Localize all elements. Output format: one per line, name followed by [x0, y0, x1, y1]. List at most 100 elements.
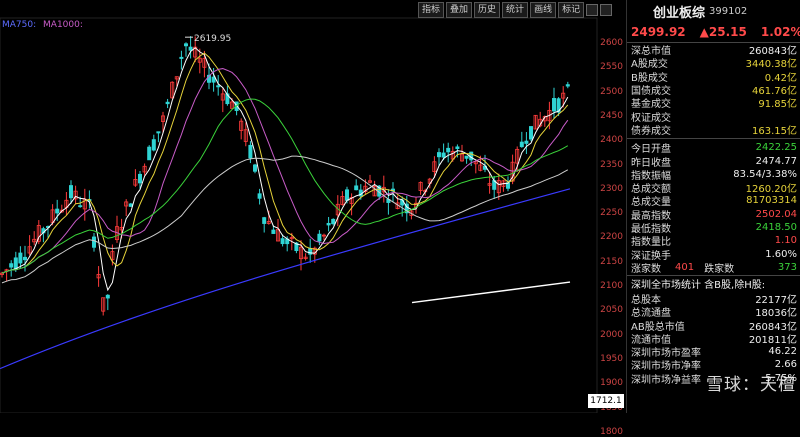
candle-body	[22, 256, 27, 261]
decline-label: 跌家数	[704, 264, 735, 276]
advance-count: 401	[675, 262, 695, 274]
y-tick-label: 2050	[600, 305, 623, 316]
y-tick-label: 2300	[600, 183, 623, 194]
toolbar-overlay-button[interactable]: 叠加	[446, 2, 473, 18]
candle-body	[344, 189, 349, 201]
index-change: ▲25.15	[699, 25, 747, 39]
stat-row: 指数振幅 83.54/3.38%	[627, 168, 800, 182]
stat-row: 最高指数 2502.04	[627, 208, 800, 222]
stat-value: 91.85亿	[758, 99, 797, 111]
candle-body	[165, 101, 170, 105]
price-axis: 2600 2550 2500 2450 2400 2350 2300 2250 2200 2150…	[597, 0, 625, 437]
moving-average-line	[1, 47, 569, 292]
quote-panel: 创业板综 399102 2499.92 ▲25.15 1.02% 深总市值 260…	[626, 0, 800, 413]
stat-value: 1.60%	[765, 248, 797, 260]
candle-body	[446, 147, 451, 153]
stat-row: 昨日收盘 2474.77	[627, 154, 800, 169]
candle-body	[151, 139, 156, 151]
candle-body	[252, 164, 257, 172]
stat-value: 2502.04	[755, 208, 797, 220]
stat-row: 债券成交 163.15亿	[627, 123, 800, 137]
ma-legend: MA750: MA1000:	[2, 20, 83, 30]
toolbar-history-button[interactable]: 历史	[474, 2, 501, 18]
candle-body	[331, 218, 336, 225]
stat-row: 国债成交 461.76亿	[627, 83, 800, 97]
candle-body	[69, 185, 74, 199]
stat-row: AB股总市值 260843亿	[627, 318, 800, 333]
stat-value: 81703314	[746, 195, 797, 207]
stat-row: 基金成交 91.85亿	[627, 96, 800, 111]
index-code: 399102	[709, 5, 748, 17]
watermark-logo: 雪球：天檀	[706, 375, 796, 395]
stat-label: 深圳市场净益率	[631, 374, 701, 386]
candle-body	[464, 155, 469, 159]
candle-body	[211, 76, 216, 83]
candle-body	[455, 146, 460, 149]
candle-body	[9, 263, 14, 268]
stat-value: 83.54/3.38%	[733, 168, 797, 180]
candle-body	[13, 257, 18, 270]
index-header: 创业板综 399102	[627, 0, 800, 22]
stat-row: 总流通盘 18036亿	[627, 305, 800, 319]
stat-row: 深总市值 260843亿	[627, 43, 800, 57]
stat-row: 总成交量 81703314	[627, 194, 800, 208]
moving-average-line	[1, 68, 569, 274]
stat-value: 46.22	[768, 346, 797, 358]
stat-value: 1260.20亿	[745, 184, 797, 196]
ma1000-line	[411, 281, 571, 304]
candle-body	[188, 46, 193, 51]
candle-body	[216, 85, 221, 88]
candle-body	[529, 126, 534, 140]
stat-value: 2474.77	[755, 155, 797, 167]
candle-body	[183, 43, 188, 47]
y-tick-label: 2000	[600, 329, 623, 340]
index-name: 创业板综	[653, 5, 706, 21]
candle-body	[179, 56, 184, 59]
index-price: 2499.92	[631, 25, 686, 39]
y-tick-label: 2400	[600, 135, 623, 146]
y-tick-label: 2600	[600, 38, 623, 48]
ma750-label: MA750:	[2, 20, 37, 30]
cursor-price-readout: 1712.1	[588, 394, 624, 408]
candle-body	[257, 193, 262, 199]
stat-value: 163.15亿	[752, 125, 797, 137]
candle-body	[271, 229, 276, 234]
advance-decline: 涨家数 401 跌家数 373	[627, 261, 800, 276]
stat-value: 1.10	[774, 235, 797, 247]
stat-row: B股成交 0.42亿	[627, 70, 800, 84]
stat-value: 201811亿	[748, 334, 797, 346]
candle-body	[147, 146, 152, 161]
y-tick-label: 2250	[600, 208, 623, 219]
ma1000-label: MA1000:	[43, 20, 83, 30]
toolbar-mark-button[interactable]: 标记	[558, 2, 585, 18]
toolbar-indicator-button[interactable]: 指标	[418, 2, 445, 18]
y-tick-label: 2200	[600, 232, 623, 243]
peak-price-label: 2619.95	[194, 34, 232, 44]
candle-body	[128, 203, 133, 207]
toolbar-drawline-button[interactable]: 画线	[530, 2, 557, 18]
index-change-pct: 1.02%	[760, 25, 800, 39]
moving-average-line	[1, 98, 569, 274]
candle-body	[137, 173, 142, 184]
candle-body	[326, 222, 331, 226]
index-quote: 2499.92 ▲25.15 1.02%	[627, 22, 800, 43]
y-tick-label: 2350	[600, 159, 623, 170]
candle-body	[280, 238, 285, 245]
candle-body	[565, 84, 570, 87]
candle-body	[156, 131, 161, 134]
kline-chart[interactable]: 指标 叠加 历史 统计 画线 标记 MA750: MA1000: 2619.95…	[0, 0, 626, 437]
candle-body	[524, 140, 529, 144]
index-stats-list: 今日开盘 2422.25 昨日收盘 2474.77 指数振幅 83.54/3.38% 总成交…	[627, 138, 800, 262]
candle-body	[92, 236, 97, 248]
toolbar-stats-button[interactable]: 统计	[502, 2, 529, 18]
candlestick-plot[interactable]	[0, 0, 626, 413]
stat-label: 债券成交	[631, 125, 671, 137]
candle-body	[354, 185, 359, 191]
stat-row: 流通市值 201811亿	[627, 332, 800, 346]
stat-row: 今日开盘 2422.25	[627, 141, 800, 155]
stat-row: 深圳市场市盈率 46.22	[627, 345, 800, 359]
y-tick-label: 2150	[600, 256, 623, 267]
candle-body	[248, 144, 253, 159]
candle-body	[262, 217, 267, 224]
market-stats-title: 深圳全市场统计 含B股,除H股:	[631, 280, 766, 292]
